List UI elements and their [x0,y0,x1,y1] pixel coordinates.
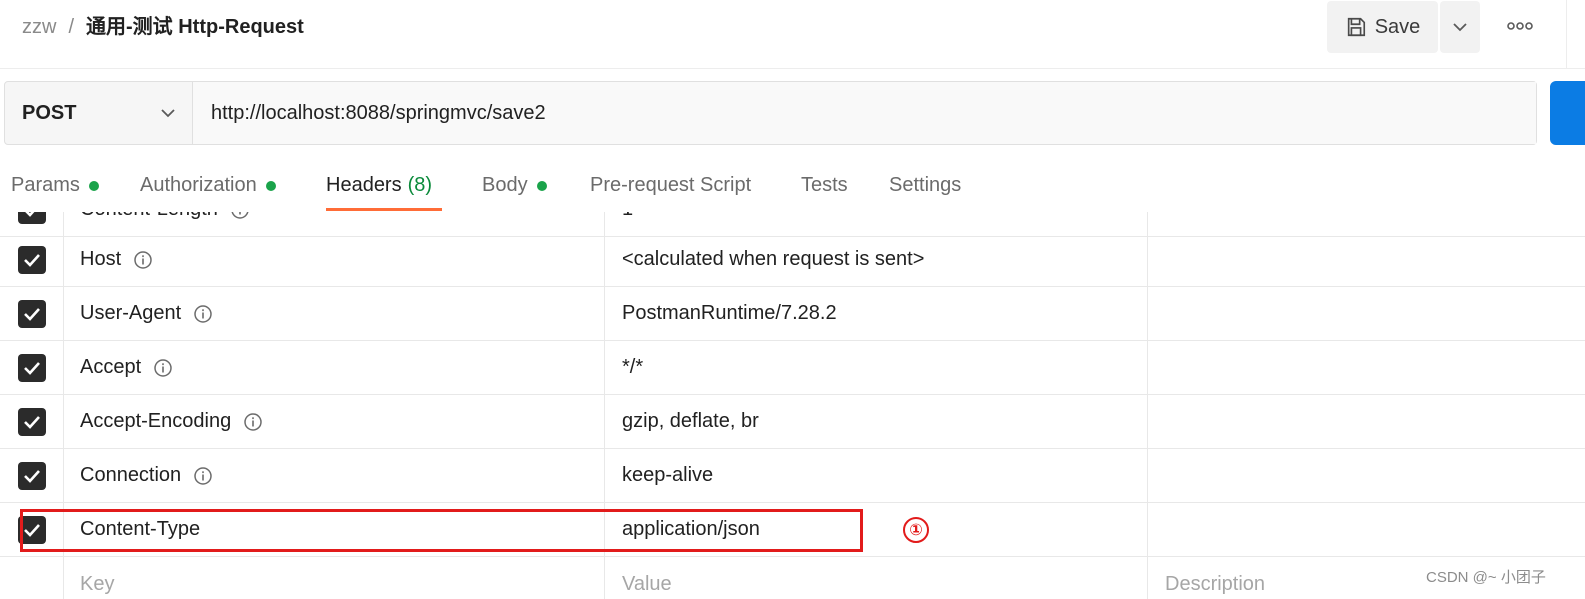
row-checkbox[interactable] [17,407,46,436]
tab-headers[interactable]: Headers (8) [326,174,432,197]
row-checkbox-cell [0,287,64,340]
info-icon[interactable] [193,466,213,486]
header-key[interactable]: User-Agent [64,287,605,340]
request-title[interactable]: 通用-测试 Http-Request [86,14,304,40]
info-icon[interactable] [133,250,153,270]
info-icon[interactable] [193,304,213,324]
send-button[interactable] [1550,81,1585,145]
tab-label: Settings [889,174,962,196]
top-bar: zzw / 通用-测试 Http-Request Save [0,0,1585,69]
tab-tests[interactable]: Tests [801,174,848,197]
tab-label: Tests [801,174,848,196]
save-icon [1347,17,1365,37]
save-button-label: Save [1374,15,1421,38]
chevron-down-icon [1453,23,1467,32]
tab-label: Body [482,174,528,196]
check-icon [23,307,40,321]
header-value[interactable]: keep-alive [606,449,1148,502]
info-icon[interactable] [230,212,250,220]
info-icon[interactable] [153,358,173,378]
row-checkbox-cell [0,557,64,599]
header-description[interactable] [1149,233,1585,286]
save-options-button[interactable] [1440,1,1480,53]
tab-authorization[interactable]: Authorization [140,174,276,197]
headers-count: (8) [407,174,433,196]
divider [1566,0,1567,68]
header-key[interactable]: Accept [64,341,605,394]
status-dot [265,180,276,191]
header-key[interactable]: Host [64,233,605,286]
header-description[interactable] [1149,503,1585,556]
breadcrumb-workspace[interactable]: zzw [22,14,56,40]
tab-label: Pre-request Script [590,174,752,196]
tab-label: Headers [326,174,402,196]
table-row: Host <calculated when request is sent> [0,233,1585,287]
request-tabs: Params Authorization Headers (8) Body Pr… [0,160,1585,214]
request-bar: POST http://localhost:8088/springmvc/sav… [4,81,1537,145]
new-key-input[interactable]: Key [64,557,605,599]
tab-label: Authorization [140,174,257,196]
header-key[interactable]: Accept-Encoding [64,395,605,448]
row-checkbox-cell [0,449,64,502]
tab-body[interactable]: Body [482,174,547,197]
table-row: Accept */* [0,341,1585,395]
more-horizontal-icon [1507,22,1533,30]
header-key[interactable]: Connection [64,449,605,502]
table-row: User-Agent PostmanRuntime/7.28.2 [0,287,1585,341]
row-checkbox-cell [0,341,64,394]
row-checkbox[interactable] [17,353,46,382]
check-icon [23,469,40,483]
row-checkbox[interactable] [17,299,46,328]
header-description[interactable] [1149,287,1585,340]
annotation-marker: ① [903,517,929,543]
table-row: Accept-Encoding gzip, deflate, br [0,395,1585,449]
row-checkbox[interactable] [17,461,46,490]
chevron-down-icon [161,109,175,118]
status-dot [88,180,99,191]
row-checkbox-cell [0,233,64,286]
info-icon[interactable] [243,412,263,432]
header-key-text: Accept-Encoding [80,410,232,432]
header-key-text: Content-Length [80,212,218,221]
tab-label: Params [11,174,80,196]
new-value-input[interactable]: Value [606,557,1148,599]
check-icon [25,212,34,217]
header-value[interactable]: PostmanRuntime/7.28.2 [606,287,1148,340]
row-checkbox-cell [0,395,64,448]
header-value[interactable]: gzip, deflate, br [606,395,1148,448]
tab-settings[interactable]: Settings [889,174,961,197]
header-key-text: Connection [80,464,182,486]
method-value: POST [22,101,77,124]
check-icon [23,253,40,267]
annotation-highlight-box [20,509,863,552]
row-checkbox[interactable] [17,212,46,224]
header-value[interactable]: */* [606,341,1148,394]
table-row: Connection keep-alive [0,449,1585,503]
breadcrumb: zzw / 通用-测试 Http-Request [22,14,304,40]
tab-pre-request-script[interactable]: Pre-request Script [590,174,751,197]
header-description[interactable] [1149,395,1585,448]
check-icon [23,415,40,429]
active-tab-indicator [326,208,442,211]
watermark: CSDN @~ 小团子 [1426,569,1546,586]
row-checkbox[interactable] [17,245,46,274]
method-select[interactable]: POST [5,82,193,144]
header-description[interactable] [1149,341,1585,394]
header-description[interactable] [1149,449,1585,502]
save-button[interactable]: Save [1327,1,1438,53]
header-key-text: Host [80,248,122,270]
more-actions-button[interactable] [1500,8,1540,44]
breadcrumb-separator: / [68,16,75,38]
header-key-text: Accept [80,356,142,378]
header-key-text: User-Agent [80,302,182,324]
table-row-new: Key Value Description [0,557,1585,599]
header-value[interactable]: <calculated when request is sent> [606,233,1148,286]
check-icon [23,361,40,375]
url-input[interactable]: http://localhost:8088/springmvc/save2 [193,82,1536,144]
tab-params[interactable]: Params [11,174,99,197]
status-dot [536,180,547,191]
